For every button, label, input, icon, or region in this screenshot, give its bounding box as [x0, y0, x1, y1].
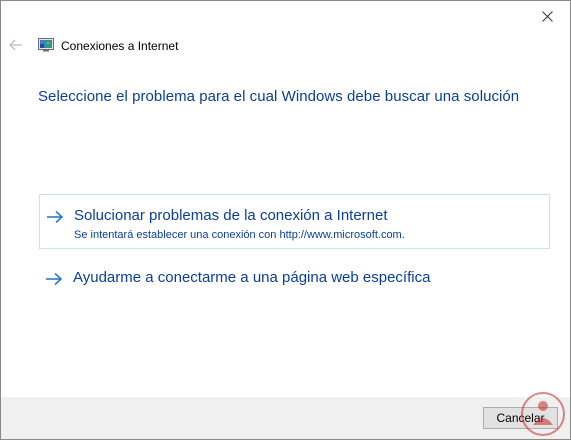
troubleshooter-window: Conexiones a Internet Seleccione el prob…: [0, 0, 571, 440]
footer-bar: Cancelar: [1, 397, 570, 439]
network-connections-icon: [38, 38, 54, 52]
close-button[interactable]: [524, 1, 570, 32]
arrow-right-icon: [46, 272, 63, 286]
option-connect-website[interactable]: Ayudarme a conectarme a una página web e…: [39, 262, 550, 296]
option-title: Ayudarme a conectarme a una página web e…: [73, 269, 431, 286]
option-description: Se intentará establecer una conexión con…: [74, 229, 405, 241]
back-arrow-icon: [9, 39, 22, 51]
arrow-right-icon: [47, 210, 64, 224]
back-button[interactable]: [7, 35, 25, 55]
watermark-logo-icon: [521, 392, 565, 436]
option-title: Solucionar problemas de la conexión a In…: [74, 207, 388, 224]
option-troubleshoot-internet[interactable]: Solucionar problemas de la conexión a In…: [39, 194, 550, 249]
close-icon: [541, 11, 553, 22]
page-heading: Seleccione el problema para el cual Wind…: [38, 88, 520, 105]
window-title: Conexiones a Internet: [61, 39, 179, 53]
